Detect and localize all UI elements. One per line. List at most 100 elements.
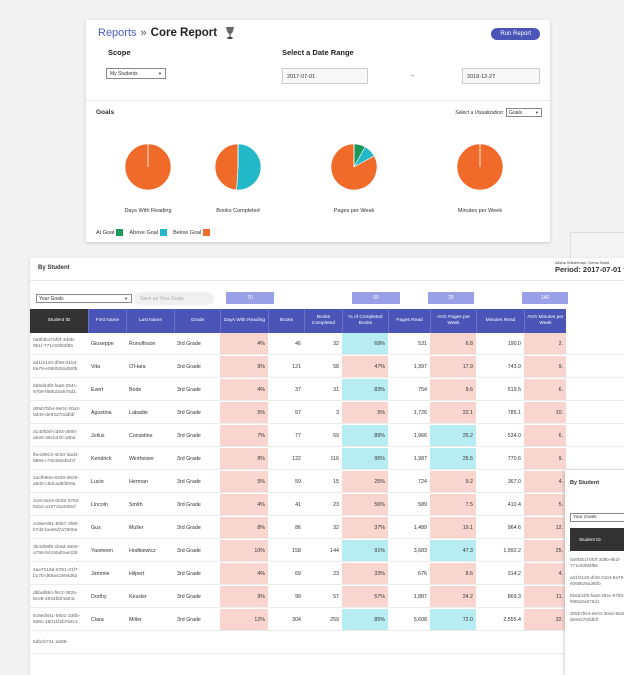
end-date-input[interactable]: 2018-12-27 [462,68,540,84]
column-header-pages[interactable]: Pages Read [388,309,430,333]
column-header-first[interactable]: First Name [88,309,126,333]
cell-id: dbbaf894-f9c2-3825-8ce8-4834bbf4a04c [33,590,78,602]
table-row[interactable]: 4ae7019d-6781-31f7-b17b-d68a41994d62 Jamm… [30,563,624,585]
cell-pages: 754 [418,386,427,393]
cell-avg-pages: 22.1 [430,402,476,423]
cell-id: 6dbcb741-a589- [33,639,68,645]
cell-last [126,632,174,653]
run-report-button[interactable]: Run Report [491,28,540,40]
cell-books: 69 [295,570,301,577]
cell-grade: 3rd Grade [177,340,201,347]
cell-last: Kessler [129,593,147,600]
pie-days-with-reading [124,143,172,191]
cell-last: Herman [129,478,148,485]
cell-avg-min: 10. [524,402,566,423]
cell-avg-min: 6. [524,425,566,446]
pie-label-pages: Pages per Week [333,208,375,214]
cell-pct: 57% [342,586,388,607]
column-header-days[interactable]: Days With Reading [220,309,268,333]
goal-set-select[interactable]: Your Goals ▼ [36,294,132,303]
table-row[interactable]: bb6dd4f8-faa8-384c-97b8-f88522a575d1 Ever… [30,379,624,401]
cell-completed: 31 [333,386,339,393]
cell-first: Julius [91,432,105,439]
cell-completed: 15 [333,478,339,485]
table-row[interactable]: d05b7bb4-8e04-30a2-9d40-de94270ddfdf Agus… [30,402,624,424]
cell-pct: 89% [342,425,388,446]
scope-label: Scope [108,48,131,57]
column-header-minutes[interactable]: Minutes Read [476,309,524,333]
table-row[interactable]: 5c8ed841-5601-338b-8d6c-16011f2b762c1 Cia… [30,609,624,631]
legend-above-goal: Above Goal [129,229,159,236]
scope-select[interactable]: My Students ▼ [106,68,166,79]
table-row[interactable]: 6dbcb741-a589- [30,632,624,654]
cell-avg-min: 9. [524,448,566,469]
cell-pages: 1,397 [413,363,427,370]
goal-input-books-completed[interactable]: 60 [352,292,400,304]
column-header-id[interactable]: Student ID [30,309,88,333]
pie-minutes-per-week [456,143,504,191]
scope-select-value: My Students [110,71,138,77]
cell-completed: 259 [330,616,339,623]
pie-pages-per-week [330,143,378,191]
column-header-last[interactable]: Last Name [126,309,174,333]
cell-pct: 5% [342,402,388,423]
cell-minutes: 785.1 [507,409,521,416]
table-row[interactable]: 0a9f3b1f-bf0f-3d9b-9b1f-771c83f8df85 Gius… [30,333,624,355]
secondary-col-student-id[interactable]: Student ID [570,528,624,551]
cell-avg-pages: 19.1 [430,517,476,538]
table-row[interactable]: d140fd4f-cd93-3800-abe5-39cb32fc16bd Juli… [30,425,624,447]
cell-avg-min: 32. [524,609,566,630]
cell-books: 122 [292,455,301,462]
goals-title: Goals [96,109,115,116]
page-title: Core Report [150,27,218,39]
table-row[interactable]: 1acfb90a-8339-3626-a8d2-c8dcad5fd09a Luci… [30,471,624,493]
legend-swatch-at-goal [116,229,124,236]
table-row[interactable]: dbbaf894-f9c2-3825-8ce8-4834bbf4a04c Dort… [30,586,624,608]
goal-input-days[interactable]: 70 [226,292,274,304]
table-row[interactable]: ad1f2120-df49-3104-8a79-e068526a380b Vita… [30,356,624,378]
cell-grade [174,632,220,653]
column-header-grade[interactable]: Grade [174,309,220,333]
goal-input-minutes[interactable]: 140 [522,292,568,304]
cell-minutes: 190.0 [507,340,521,347]
table-row[interactable]: fbe199c3-4e30-3ad4-9884-c78c582d537f Kend… [30,448,624,470]
cell-avg-pages: 17.9 [430,356,476,377]
cell-completed: 32 [333,340,339,347]
cell-id: d05b7bb4-8e04-30a2-9d40-de94270ddfdf [33,406,81,418]
cell-books: 59 [295,478,301,485]
cell-pct: 85% [342,609,388,630]
cell-id: 4ae7019d-6781-31f7-b17b-d68a41994d62 [33,567,80,579]
cell-books: 77 [295,432,301,439]
cell-minutes: 519.5 [507,386,521,393]
goal-set-select-value: Your Goals [39,296,64,302]
cell-completed: 3 [336,409,339,416]
cell-avg-pages: 9.6 [430,379,476,400]
secondary-row: 0a9f3b1f-bf0f-3d9b-9b1f-771c83f8df85 [570,557,621,568]
table-row[interactable]: 2c8c3eb3-d025-3784-91b2-a10731e536cf Linc… [30,494,624,516]
cell-first: Giuseppe [91,340,114,347]
cell-grade: 3rd Grade [177,455,201,462]
breadcrumb-reports-link[interactable]: Reports [98,27,137,39]
visualization-select[interactable]: Goals ▼ [506,108,542,117]
cell-pages: 1,726 [413,409,427,416]
cell-grade: 3rd Grade [177,386,201,393]
goal-input-pages[interactable]: 25 [428,292,474,304]
cell-days: 9% [220,586,268,607]
divider [30,280,624,281]
secondary-goal-select[interactable]: Your Goals [570,513,624,522]
column-header-pct[interactable]: % of Completed Books [342,309,388,333]
column-header-completed[interactable]: Books Completed [304,309,342,333]
table-row[interactable]: 3b4d06f8-1b9d-360e-a759-54195d0ae428 Yasm… [30,540,624,562]
cell-days: 5% [220,402,268,423]
column-header-books[interactable]: Books [268,309,304,333]
column-header-avg-min[interactable]: AVG Minutes per Week [524,309,566,333]
table-row[interactable]: 2c8ee391-80b7-3f80-b7d2-bea9d7a7605a Gus M… [30,517,624,539]
cell-minutes: 743.9 [507,363,521,370]
date-range-dash: – [411,73,415,79]
cell-first: Lincoln [91,501,108,508]
save-goals-button[interactable]: Save as Your Goals [134,292,214,305]
cell-pages: 531 [418,340,427,347]
secondary-row: d05b7bb4-8e04-30a2-9d40-de94270ddfdf [570,611,624,622]
start-date-input[interactable]: 2017-07-01 [282,68,368,84]
column-header-avg-pages[interactable]: AVG Pages per Week [430,309,476,333]
